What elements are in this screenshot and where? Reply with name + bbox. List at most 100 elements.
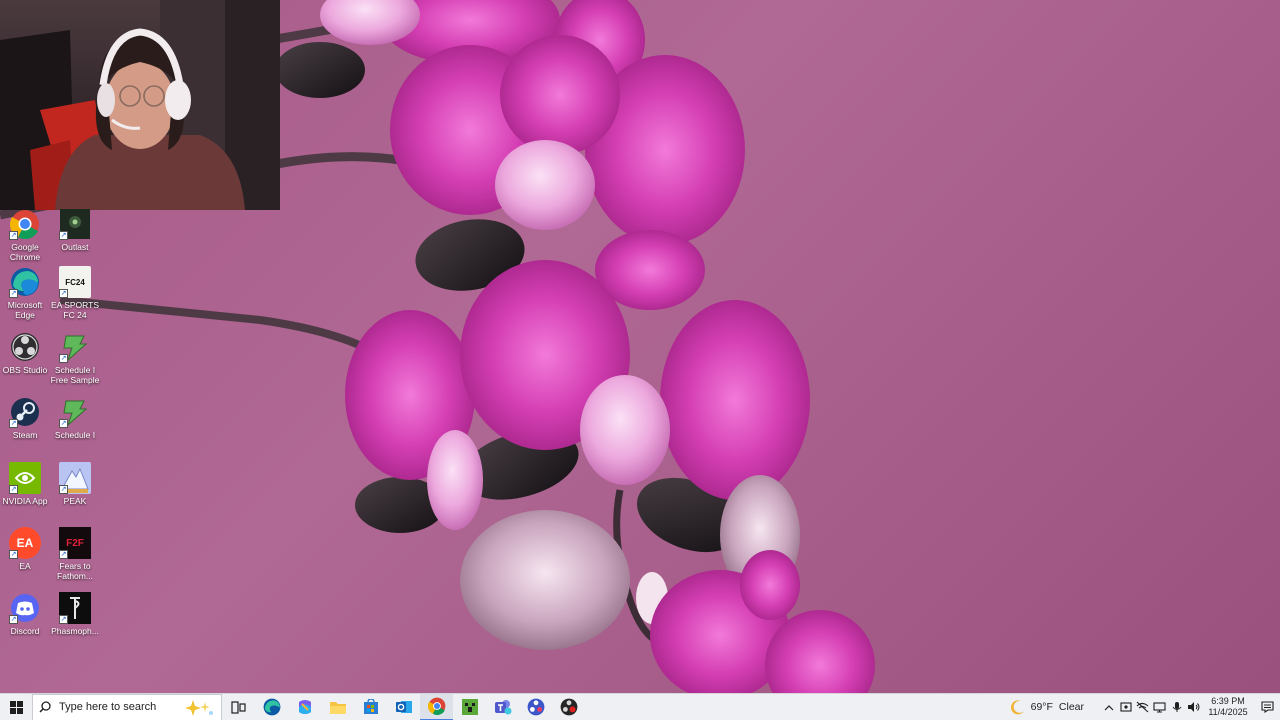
desktop-icon-microsoft-edge[interactable]: ↗ Microsoft Edge xyxy=(0,266,50,328)
notification-center-button[interactable] xyxy=(1254,694,1280,720)
ea-fc24-icon: FC24 ↗ xyxy=(59,266,91,298)
notification-icon xyxy=(1260,701,1274,713)
shortcut-arrow-icon: ↗ xyxy=(9,615,18,624)
schedule-i-icon: ↗ xyxy=(59,331,91,363)
shortcut-arrow-icon: ↗ xyxy=(9,485,18,494)
search-placeholder: Type here to search xyxy=(59,701,157,713)
desktop-icon-label: NVIDIA App xyxy=(2,496,48,506)
shortcut-arrow-icon: ↗ xyxy=(59,615,68,624)
speaker-icon xyxy=(1187,702,1199,712)
microphone-icon xyxy=(1172,702,1181,712)
desktop-icon-label: Steam xyxy=(12,430,38,440)
schedule-i-icon: ↗ xyxy=(59,396,91,428)
weather-widget[interactable]: 69°F Clear xyxy=(1010,694,1100,720)
taskbar-teams[interactable] xyxy=(486,694,519,720)
shortcut-arrow-icon: ↗ xyxy=(59,289,68,298)
taskbar-outlook[interactable] xyxy=(387,694,420,720)
desktop-icon-label: Phasmoph... xyxy=(51,626,99,636)
microphone-button[interactable] xyxy=(1169,694,1185,720)
desktop-icon-label: Schedule I Free Sample xyxy=(50,365,100,385)
taskbar-search-box[interactable]: Type here to search xyxy=(32,693,222,720)
shortcut-arrow-icon: ↗ xyxy=(9,289,18,298)
edge-icon: ↗ xyxy=(9,266,41,298)
phasmophobia-icon: ↗ xyxy=(59,592,91,624)
steam-icon: ↗ xyxy=(9,396,41,428)
webcam-overlay xyxy=(0,0,280,210)
outlast-icon: ↗ xyxy=(59,208,91,240)
desktop-icon-schedule-i-free-sample[interactable]: ↗ Schedule I Free Sample xyxy=(50,331,100,393)
network-disabled-button[interactable] xyxy=(1135,694,1151,720)
desktop-icon-schedule-i[interactable]: ↗ Schedule I xyxy=(50,396,100,458)
weather-condition: Clear xyxy=(1058,701,1084,713)
peak-icon: ↗ xyxy=(59,462,91,494)
fc24-badge-text: FC24 xyxy=(65,277,85,287)
task-view-button[interactable] xyxy=(222,694,255,720)
desktop-icon-label: OBS Studio xyxy=(2,365,48,375)
taskbar-obs-dark[interactable] xyxy=(552,694,585,720)
file-explorer-icon xyxy=(329,701,346,714)
chrome-icon: ↗ xyxy=(9,208,41,240)
network-icon xyxy=(1153,702,1166,713)
teams-icon xyxy=(494,700,511,715)
moon-icon xyxy=(1010,700,1024,715)
desktop-icon-google-chrome[interactable]: ↗ Google Chrome xyxy=(0,208,50,270)
clock-date: 11/4/2025 xyxy=(1208,707,1248,717)
desktop-icon-nvidia-app[interactable]: ↗ NVIDIA App xyxy=(0,462,50,524)
desktop-icon-outlast[interactable]: ↗ Outlast xyxy=(50,208,100,270)
desktop-icon-label: PEAK xyxy=(63,496,87,506)
desktop-icon-phasmophobia[interactable]: ↗ Phasmoph... xyxy=(50,592,100,654)
desktop-icon-label: EA SPORTS FC 24 xyxy=(50,300,100,320)
shortcut-arrow-icon: ↗ xyxy=(59,419,68,428)
system-tray: 69°F Clear 6:39 PM 11/4/2025 xyxy=(1010,694,1280,720)
discord-icon: ↗ xyxy=(9,592,41,624)
taskbar-clock[interactable]: 6:39 PM 11/4/2025 xyxy=(1202,694,1254,720)
copilot-icon xyxy=(298,700,311,714)
taskbar-minecraft[interactable] xyxy=(453,694,486,720)
desktop-icon-label: Discord xyxy=(10,626,40,636)
ea-badge-text: EA xyxy=(16,536,34,550)
clock-time: 6:39 PM xyxy=(1211,696,1245,706)
search-icon xyxy=(39,701,51,713)
obs-icon xyxy=(527,698,544,716)
microsoft-store-icon xyxy=(363,699,378,714)
search-highlight-icon xyxy=(185,699,213,716)
shortcut-arrow-icon: ↗ xyxy=(59,485,68,494)
tray-app-button[interactable] xyxy=(1118,694,1134,720)
desktop-icon-ea-sports-fc-24[interactable]: FC24 ↗ EA SPORTS FC 24 xyxy=(50,266,100,328)
desktop-icon-label: EA xyxy=(19,561,31,571)
network-disabled-icon xyxy=(1136,701,1149,713)
desktop-icon-steam[interactable]: ↗ Steam xyxy=(0,396,50,458)
taskbar-file-explorer[interactable] xyxy=(321,694,354,720)
taskbar-microsoft-store[interactable] xyxy=(354,694,387,720)
taskbar-edge[interactable] xyxy=(255,694,288,720)
desktop-icon-discord[interactable]: ↗ Discord xyxy=(0,592,50,654)
shortcut-arrow-icon: ↗ xyxy=(9,550,18,559)
desktop-icon-label: Outlast xyxy=(61,242,89,252)
desktop-icon-label: Google Chrome xyxy=(9,242,41,262)
desktop-icon-peak[interactable]: ↗ PEAK xyxy=(50,462,100,524)
windows-logo-icon xyxy=(9,700,23,714)
f2f-badge-text: F2F xyxy=(66,537,84,549)
volume-button[interactable] xyxy=(1186,694,1202,720)
desktop-icon-label: Microsoft Edge xyxy=(7,300,43,320)
shortcut-arrow-icon: ↗ xyxy=(59,231,68,240)
taskbar-copilot[interactable] xyxy=(288,694,321,720)
desktop-icon-ea[interactable]: EA ↗ EA xyxy=(0,527,50,589)
show-hidden-icons-button[interactable] xyxy=(1101,694,1117,720)
network-button[interactable] xyxy=(1152,694,1168,720)
weather-temperature: 69°F xyxy=(1030,701,1053,713)
desktop-icon-fears-to-fathom[interactable]: F2F ↗ Fears to Fathom... xyxy=(50,527,100,589)
fears-to-fathom-icon: F2F ↗ xyxy=(59,527,91,559)
ea-icon: EA ↗ xyxy=(9,527,41,559)
desktop-icon-obs-studio[interactable]: OBS Studio xyxy=(0,331,50,393)
taskbar-obs[interactable] xyxy=(519,694,552,720)
desktop-icon-label: Schedule I xyxy=(54,430,96,440)
start-button[interactable] xyxy=(0,694,32,720)
obs-icon xyxy=(9,331,41,363)
nvidia-icon: ↗ xyxy=(9,462,41,494)
chrome-icon xyxy=(427,697,445,715)
chevron-up-icon xyxy=(1104,704,1113,710)
tray-app-icon xyxy=(1119,702,1132,712)
taskbar-chrome[interactable] xyxy=(420,693,453,720)
webcam-feed-image xyxy=(0,0,280,210)
